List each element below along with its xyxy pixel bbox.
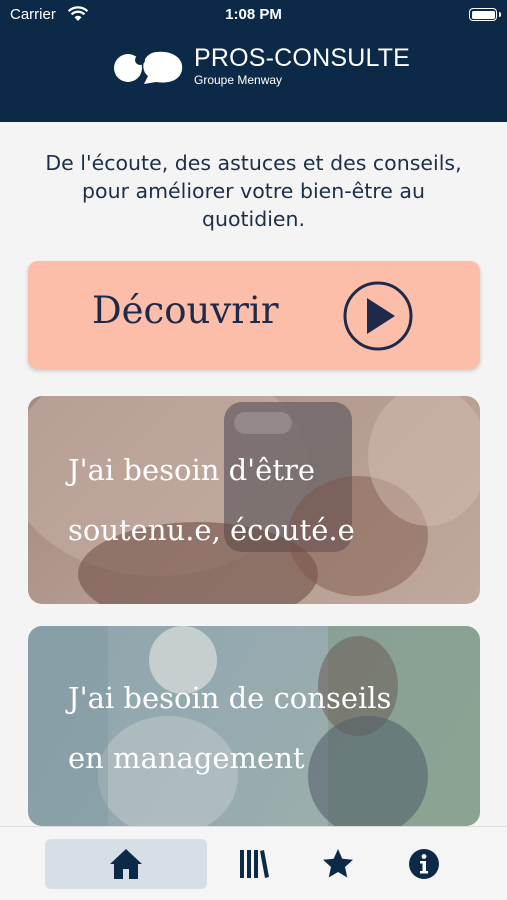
tab-home[interactable] bbox=[45, 839, 207, 889]
home-icon bbox=[110, 849, 142, 879]
tab-info[interactable] bbox=[396, 839, 452, 889]
tab-bar bbox=[0, 826, 507, 900]
discover-label: Découvrir bbox=[92, 289, 279, 332]
management-card-line2: en management bbox=[68, 741, 305, 775]
management-card[interactable]: J'ai besoin de conseils en management bbox=[28, 626, 480, 826]
support-card-line1: J'ai besoin d'être bbox=[68, 453, 315, 487]
play-circle-icon bbox=[343, 281, 413, 351]
brand-name: PROS-CONSULTE bbox=[194, 44, 411, 72]
status-bar: Carrier 1:08 PM bbox=[0, 0, 507, 30]
clock: 1:08 PM bbox=[225, 6, 282, 23]
tab-favorites[interactable] bbox=[310, 839, 366, 889]
support-card-line2: soutenu.e, écouté.e bbox=[68, 513, 355, 547]
battery-icon bbox=[469, 8, 501, 21]
discover-button[interactable]: Découvrir bbox=[28, 261, 480, 369]
star-icon bbox=[323, 849, 353, 878]
support-card[interactable]: J'ai besoin d'être soutenu.e, écouté.e bbox=[28, 396, 480, 604]
management-card-line1: J'ai besoin de conseils bbox=[68, 681, 392, 715]
tab-library[interactable] bbox=[225, 839, 281, 889]
library-icon bbox=[240, 850, 269, 878]
logo-icon bbox=[114, 51, 183, 84]
tagline: De l'écoute, des astuces et des conseils… bbox=[45, 151, 462, 231]
brand-subtitle: Groupe Menway bbox=[194, 73, 283, 87]
app-header: Carrier 1:08 PM PROS-CONSULTE Groupe Men… bbox=[0, 0, 507, 122]
info-icon bbox=[409, 849, 439, 879]
